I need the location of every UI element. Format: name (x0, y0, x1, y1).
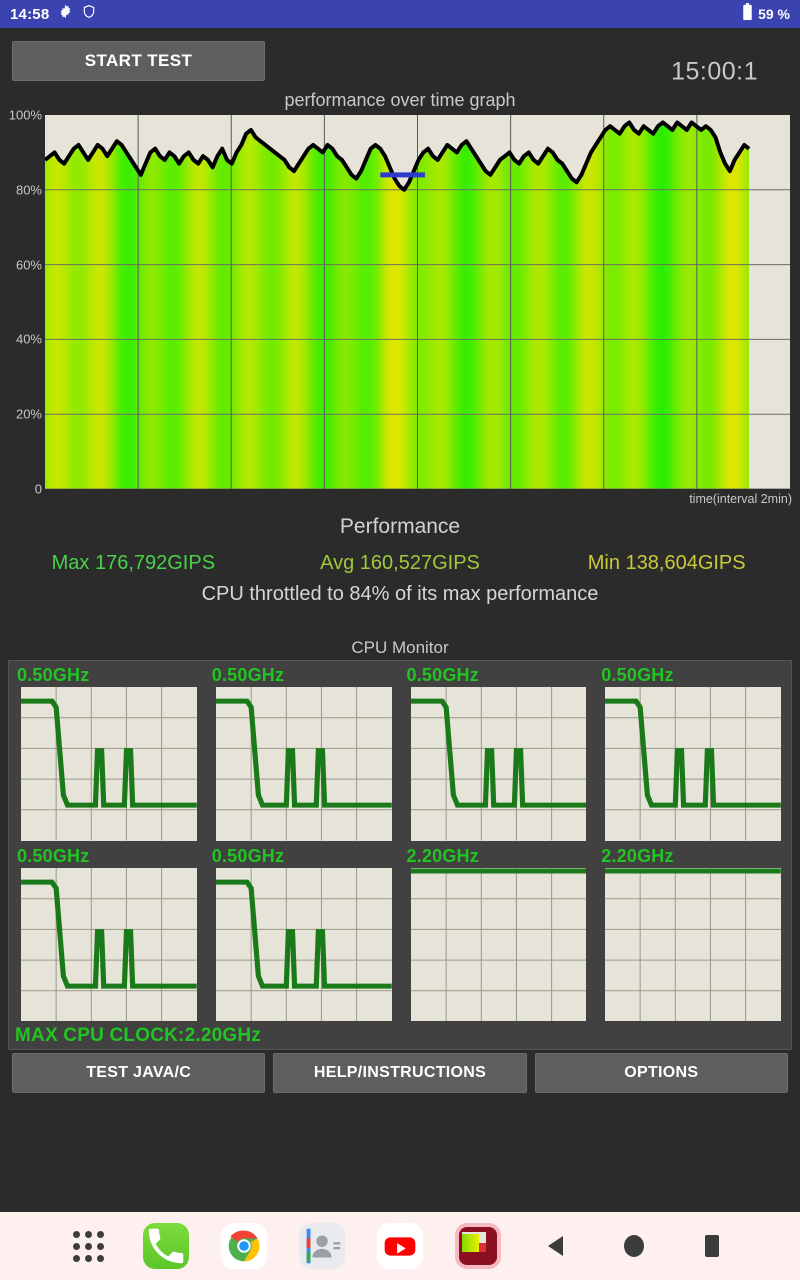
cpu-core-cell: 0.50GHz (208, 665, 400, 843)
performance-chart: 100% 80% 60% 40% 20% 0 (0, 110, 800, 510)
cpu-core-trace (21, 701, 197, 805)
chart-x-axis-label: time(interval 2min) (689, 492, 792, 506)
cpu-core-cell: 0.50GHz (597, 665, 789, 843)
chrome-icon[interactable] (218, 1220, 270, 1272)
y-tick-label: 20% (16, 407, 42, 422)
performance-heading: Performance (0, 515, 800, 539)
battery-percentage: 59 % (758, 6, 790, 22)
cpu-core-trace (605, 701, 781, 805)
android-navigation-bar (0, 1212, 800, 1280)
cpu-core-cell: 2.20GHz (597, 846, 789, 1024)
status-bar-clock: 14:58 (10, 6, 49, 23)
cpu-core-plot (605, 687, 781, 841)
cpu-core-frequency: 0.50GHz (17, 665, 89, 686)
test-java-c-button[interactable]: TEST JAVA/C (12, 1053, 265, 1093)
performance-stats-row: Max 176,792GIPSAvg 160,527GIPSMin 138,60… (0, 548, 800, 578)
cpu-core-plot (411, 868, 587, 1022)
cpu-core-trace (216, 882, 392, 986)
throttle-note: CPU throttled to 84% of its max performa… (0, 583, 800, 606)
home-icon[interactable] (608, 1220, 660, 1272)
recents-icon[interactable] (686, 1220, 738, 1272)
action-button-row: TEST JAVA/C HELP/INSTRUCTIONS OPTIONS (0, 1053, 800, 1093)
cpu-throttling-test-icon[interactable] (452, 1220, 504, 1272)
cpu-core-trace (216, 701, 392, 805)
help-instructions-button[interactable]: HELP/INSTRUCTIONS (273, 1053, 526, 1093)
options-button[interactable]: OPTIONS (535, 1053, 788, 1093)
cpu-core-cell: 0.50GHz (13, 846, 205, 1024)
top-bar: START TEST 15:00:1 (0, 28, 800, 90)
youtube-icon[interactable] (374, 1220, 426, 1272)
cpu-monitor-panel: 0.50GHz 0.50GHz 0.50GHz 0.50GHz 0.50GHz 0.50G… (8, 660, 792, 1050)
cpu-core-frequency: 2.20GHz (601, 846, 673, 867)
cpu-core-cell: 0.50GHz (13, 665, 205, 843)
y-tick-label: 40% (16, 332, 42, 347)
app-drawer-icon[interactable] (62, 1220, 114, 1272)
performance-chart-title: performance over time graph (0, 90, 800, 111)
cpu-core-cell: 0.50GHz (403, 665, 595, 843)
y-tick-label: 60% (16, 257, 42, 272)
back-icon[interactable] (530, 1220, 582, 1272)
chart-area-fill (45, 115, 750, 489)
cpu-monitor-title: CPU Monitor (0, 638, 800, 658)
cpu-core-cell: 2.20GHz (403, 846, 595, 1024)
cpu-core-trace (21, 882, 197, 986)
cpu-core-frequency: 0.50GHz (601, 665, 673, 686)
cpu-core-frequency: 0.50GHz (17, 846, 89, 867)
performance-stat: Avg 160,527GIPS (267, 552, 534, 575)
max-cpu-clock-label: MAX CPU CLOCK:2.20GHz (15, 1025, 261, 1047)
cpu-core-cell: 0.50GHz (208, 846, 400, 1024)
battery-icon (742, 3, 753, 25)
cpu-core-frequency: 0.50GHz (407, 665, 479, 686)
phone-icon[interactable] (140, 1220, 192, 1272)
test-timer: 15:00:1 (671, 58, 758, 87)
app-root: 14:58 59 % (0, 0, 800, 1280)
chart-y-axis: 100% 80% 60% 40% 20% 0 (0, 110, 42, 510)
gear-icon (58, 4, 73, 24)
cpu-core-trace (411, 701, 587, 805)
cpu-core-plot (216, 687, 392, 841)
y-tick-label: 100% (9, 108, 42, 123)
shield-icon (82, 4, 96, 24)
cpu-core-plot (605, 868, 781, 1022)
cpu-core-plot (21, 687, 197, 841)
cpu-core-plot (216, 868, 392, 1022)
chart-plot-area (45, 115, 790, 489)
performance-stat: Max 176,792GIPS (0, 552, 267, 575)
cpu-core-plot (411, 687, 587, 841)
status-bar: 14:58 59 % (0, 0, 800, 28)
cpu-core-plot (21, 868, 197, 1022)
y-tick-label: 80% (16, 182, 42, 197)
start-test-button[interactable]: START TEST (12, 41, 265, 81)
y-tick-label: 0 (35, 482, 42, 497)
contacts-icon[interactable] (296, 1220, 348, 1272)
cpu-core-frequency: 2.20GHz (407, 846, 479, 867)
cpu-core-frequency: 0.50GHz (212, 846, 284, 867)
performance-stat: Min 138,604GIPS (533, 552, 800, 575)
cpu-core-frequency: 0.50GHz (212, 665, 284, 686)
